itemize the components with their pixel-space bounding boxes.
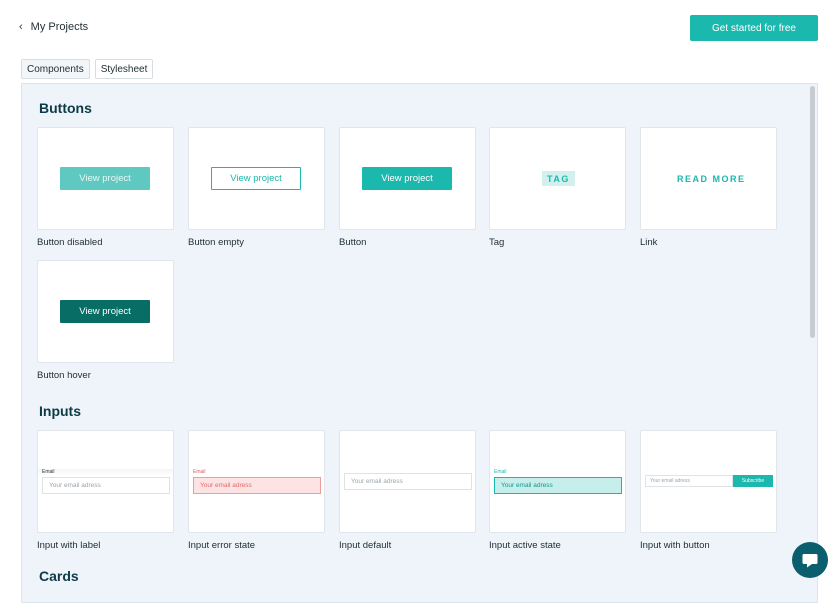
caption-input-with-label: Input with label — [37, 540, 101, 551]
subscribe-button[interactable]: Subscribe — [733, 475, 773, 487]
get-started-button[interactable]: Get started for free — [690, 15, 818, 41]
component-card-link[interactable]: READ MORE — [640, 127, 777, 230]
component-card-button-empty[interactable]: View project — [188, 127, 325, 230]
tab-components[interactable]: Components — [21, 59, 90, 79]
section-title-cards: Cards — [39, 568, 79, 584]
tab-stylesheet[interactable]: Stylesheet — [94, 59, 154, 79]
back-label: My Projects — [30, 21, 89, 33]
caption-button-hover: Button hover — [37, 370, 91, 381]
view-tabs: Components Stylesheet — [21, 59, 154, 79]
component-card-input-with-label[interactable]: Email Your email adress — [37, 430, 174, 533]
component-card-input-default[interactable]: Your email adress — [339, 430, 476, 533]
view-project-button-disabled: View project — [60, 167, 150, 190]
component-card-button-hover[interactable]: View project — [37, 260, 174, 363]
card-shade — [38, 469, 173, 475]
email-input-error[interactable]: Your email adress — [193, 477, 321, 494]
chevron-left-icon: ‹ — [19, 20, 23, 33]
panel-scrollbar[interactable] — [810, 86, 815, 338]
component-card-input-active[interactable]: Email Your email adress — [489, 430, 626, 533]
email-input-active[interactable]: Your email adress — [494, 477, 622, 494]
caption-input-active: Input active state — [489, 540, 561, 551]
chat-bubble-icon — [802, 553, 818, 567]
chat-widget-button[interactable] — [792, 542, 828, 578]
component-card-button-disabled[interactable]: View project — [37, 127, 174, 230]
email-field-label-active: Email — [494, 469, 507, 475]
caption-tag: Tag — [489, 237, 505, 248]
component-card-tag[interactable]: TAG — [489, 127, 626, 230]
tag-sample: TAG — [542, 171, 575, 186]
top-bar: ‹ My Projects Get started for free — [0, 0, 840, 58]
caption-link: Link — [640, 237, 658, 248]
caption-input-default: Input default — [339, 540, 392, 551]
email-input-default[interactable]: Your email adress — [344, 473, 472, 490]
email-input-subscribe[interactable]: Your email adress — [645, 475, 733, 487]
components-panel: Buttons View project Button disabled Vie… — [21, 83, 818, 603]
caption-input-with-button: Input with button — [640, 540, 710, 551]
view-project-button-empty[interactable]: View project — [211, 167, 301, 190]
section-title-buttons: Buttons — [39, 100, 92, 116]
back-link[interactable]: ‹ My Projects — [19, 21, 88, 33]
caption-button-disabled: Button disabled — [37, 237, 103, 248]
component-card-button[interactable]: View project — [339, 127, 476, 230]
email-field-label-error: Email — [193, 469, 206, 475]
email-input-labeled[interactable]: Your email adress — [42, 477, 170, 494]
component-card-input-with-button[interactable]: Your email adress Subscribe — [640, 430, 777, 533]
email-field-label: Email — [42, 469, 55, 475]
view-project-button[interactable]: View project — [362, 167, 452, 190]
component-card-input-error[interactable]: Email Your email adress — [188, 430, 325, 533]
section-title-inputs: Inputs — [39, 403, 81, 419]
read-more-link[interactable]: READ MORE — [677, 174, 746, 184]
view-project-button-hover[interactable]: View project — [60, 300, 150, 323]
caption-button: Button — [339, 237, 367, 248]
caption-input-error: Input error state — [188, 540, 256, 551]
caption-button-empty: Button empty — [188, 237, 244, 248]
